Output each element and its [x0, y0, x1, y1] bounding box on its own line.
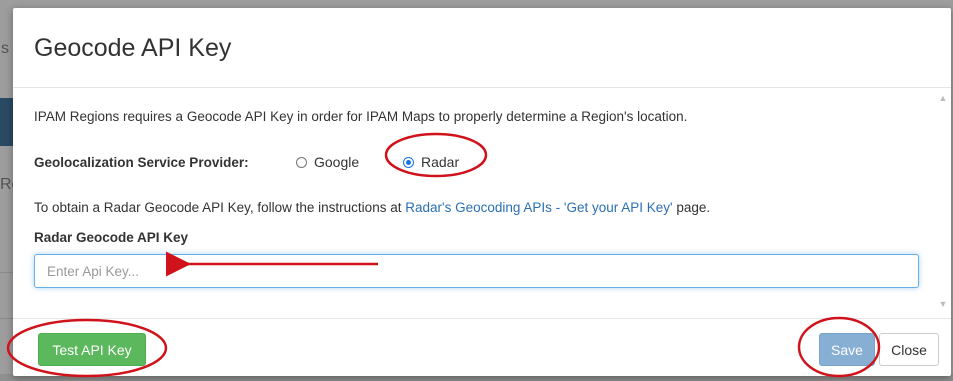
dialog-header: Geocode API Key — [13, 8, 951, 88]
provider-option-google[interactable]: Google — [296, 150, 359, 174]
radar-radio[interactable] — [403, 156, 414, 168]
save-button[interactable]: Save — [819, 333, 875, 366]
radar-radio-label: Radar — [421, 154, 460, 170]
close-button[interactable]: Close — [879, 333, 939, 366]
google-radio-label: Google — [314, 154, 360, 170]
radar-geocoding-link[interactable]: Radar's Geocoding APIs - 'Get your API K… — [405, 200, 672, 215]
provider-label: Geolocalization Service Provider: — [34, 155, 249, 170]
api-key-input[interactable] — [34, 254, 919, 288]
test-api-key-button[interactable]: Test API Key — [38, 333, 146, 366]
instructions-text: To obtain a Radar Geocode API Key, follo… — [34, 200, 710, 215]
geocode-api-key-dialog: Geocode API Key IPAM Regions requires a … — [13, 8, 951, 376]
background-text-fragment: s — [1, 40, 9, 57]
intro-text: IPAM Regions requires a Geocode API Key … — [34, 109, 688, 124]
instructions-suffix: page. — [672, 200, 711, 215]
provider-option-radar[interactable]: Radar — [403, 150, 459, 174]
scroll-up-icon[interactable]: ▲ — [937, 92, 949, 104]
google-radio[interactable] — [296, 156, 307, 168]
dialog-scrollbar[interactable]: ▲ ▼ — [937, 88, 949, 314]
instructions-prefix: To obtain a Radar Geocode API Key, follo… — [34, 200, 406, 215]
dialog-title: Geocode API Key — [34, 34, 232, 62]
dialog-body: IPAM Regions requires a Geocode API Key … — [13, 88, 951, 318]
dialog-footer: Test API Key Save Close — [13, 318, 951, 376]
api-key-label: Radar Geocode API Key — [34, 230, 189, 245]
scroll-down-icon[interactable]: ▼ — [937, 298, 949, 310]
